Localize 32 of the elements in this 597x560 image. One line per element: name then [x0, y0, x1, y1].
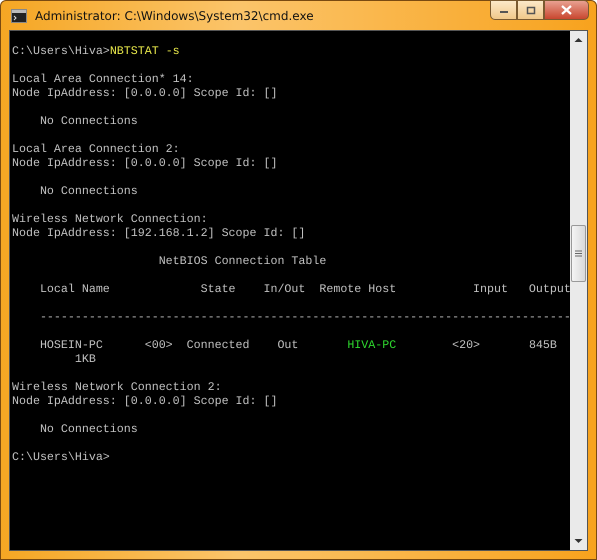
console-text: Node IpAddress: [0.0.0.0] Scope Id: []	[12, 87, 278, 100]
console-text: Node IpAddress: [192.168.1.2] Scope Id: []	[12, 227, 306, 240]
console-icon	[11, 8, 27, 22]
console-text: Node IpAddress: [0.0.0.0] Scope Id: []	[12, 395, 278, 408]
console-text: No Connections	[38, 423, 138, 436]
console-text: No Connections	[38, 115, 138, 128]
scroll-down-icon	[574, 538, 583, 544]
console-text: 1KB	[74, 353, 96, 366]
console-text: ----------------------------------------------------------------------------	[38, 311, 570, 324]
console-text: Wireless Network Connection 2:	[12, 381, 222, 394]
console-text: NBTSTAT -s	[110, 45, 180, 58]
close-icon	[561, 5, 572, 15]
scroll-up-icon	[574, 37, 583, 43]
maximize-icon	[526, 6, 536, 14]
console-text: C:\Users\Hiva>	[12, 451, 110, 464]
scrollbar[interactable]	[570, 31, 587, 550]
console-text: HIVA-PC	[347, 339, 396, 352]
console-text: <20> 845B	[451, 339, 557, 352]
console-text: Node IpAddress: [0.0.0.0] Scope Id: []	[12, 157, 278, 170]
close-button[interactable]	[544, 0, 589, 20]
console-text: Wireless Network Connection:	[12, 213, 208, 226]
console-text: C:\Users\Hiva>	[12, 45, 110, 58]
maximize-button[interactable]	[517, 0, 544, 20]
console-text: HOSEIN-PC <00> Connected Out	[38, 339, 300, 352]
minimize-button[interactable]	[490, 0, 517, 20]
window-title: Administrator: C:\Windows\System32\cmd.exe	[35, 8, 314, 22]
scrollbar-thumb[interactable]	[571, 225, 586, 282]
console-text: Local Area Connection* 14:	[12, 73, 194, 86]
console-text: Local Area Connection 2:	[12, 143, 180, 156]
console-text: NetBIOS Connection Table	[158, 255, 326, 268]
console-text: No Connections	[38, 185, 138, 198]
console-text: Local Name State In/Out Remote Host Input Output	[38, 283, 570, 296]
